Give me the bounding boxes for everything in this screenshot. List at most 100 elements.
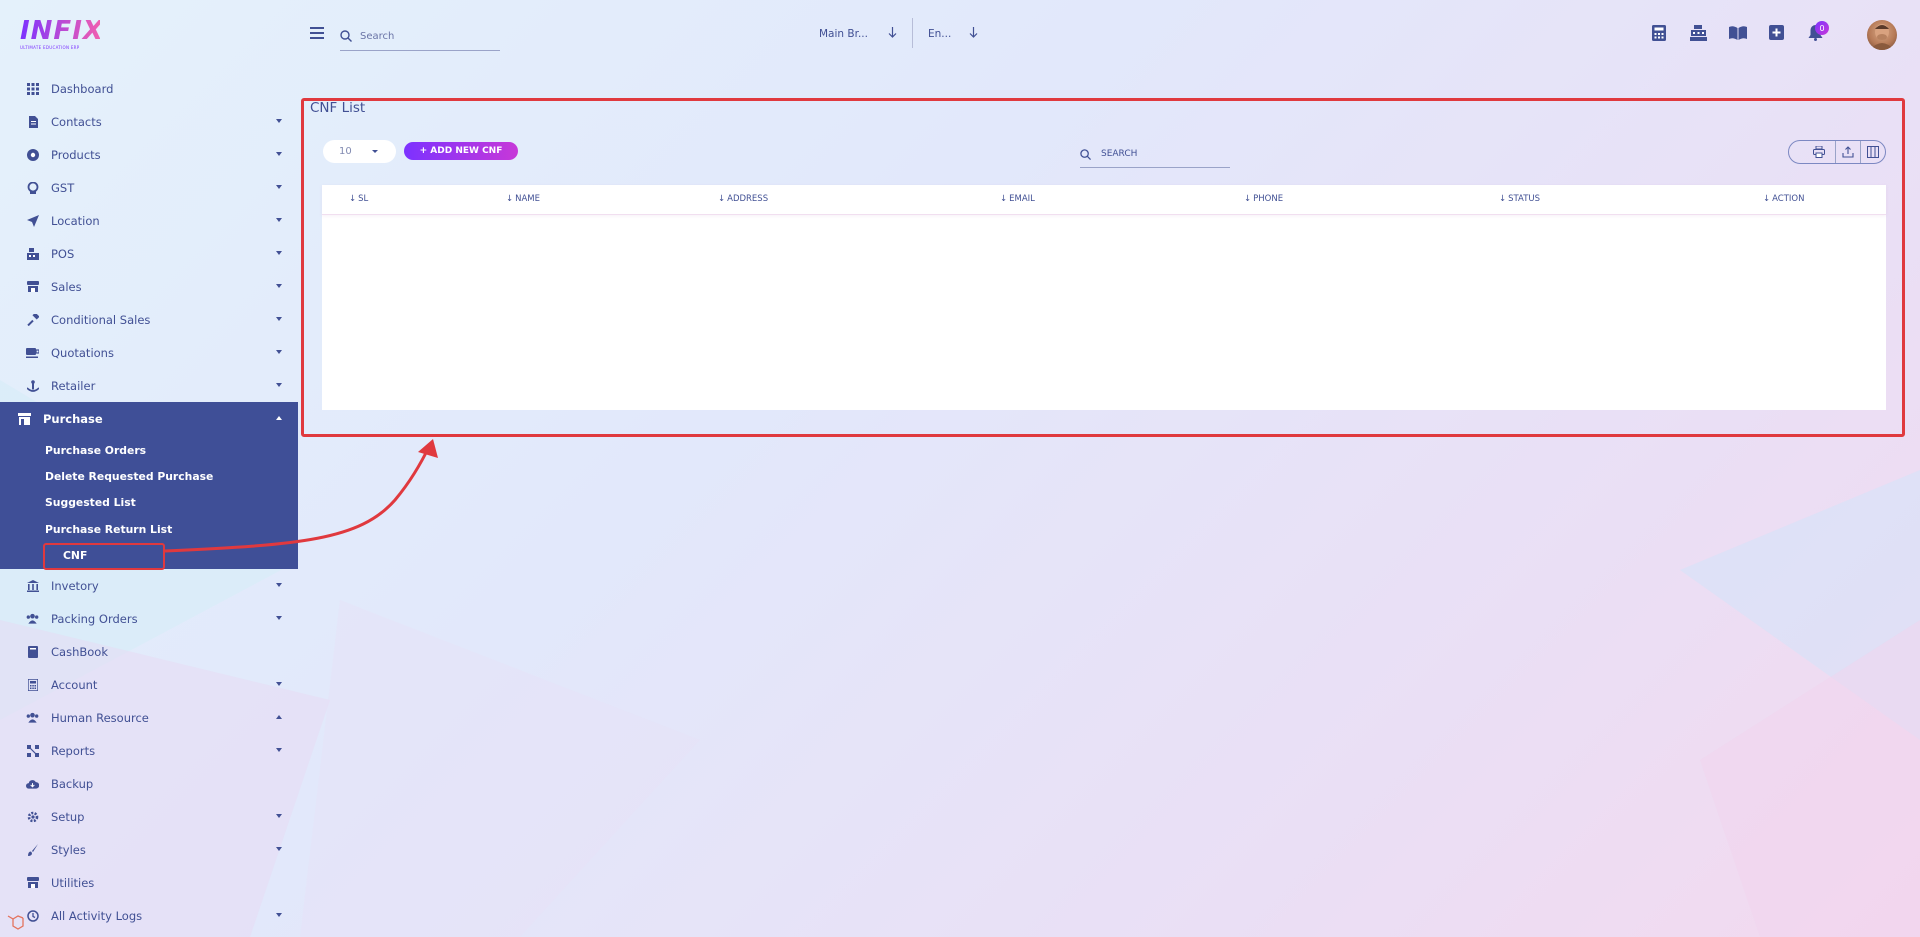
- sidebar-item-utilities[interactable]: Utilities: [0, 866, 298, 899]
- sidebar-item-label: Packing Orders: [51, 611, 138, 626]
- language-select-value: En...: [928, 28, 952, 40]
- gst-icon: [26, 181, 39, 194]
- column-header-name[interactable]: ↓ NAME: [506, 194, 540, 204]
- chevron-down-icon: [276, 748, 282, 753]
- contacts-icon: [26, 115, 39, 128]
- column-label: SL: [358, 194, 369, 204]
- sort-arrow-icon: ↓: [1244, 194, 1252, 204]
- column-header-address[interactable]: ↓ ADDRESS: [718, 194, 768, 204]
- sidebar-item-label: Products: [51, 147, 101, 162]
- calculator-icon[interactable]: [1652, 25, 1669, 42]
- column-header-email[interactable]: ↓ EMAIL: [1000, 194, 1035, 204]
- submenu-item-label: Purchase Orders: [45, 443, 147, 457]
- users-icon: [26, 612, 39, 625]
- top-bar: Main Br... En... 0: [298, 0, 1920, 66]
- sidebar-item-pos[interactable]: POS: [0, 237, 298, 270]
- chevron-down-icon: [276, 152, 282, 156]
- sidebar-item-label: Sales: [51, 279, 82, 294]
- columns-button[interactable]: [1861, 141, 1885, 163]
- chevron-up-icon: [276, 416, 282, 420]
- sidebar-item-quotations[interactable]: Quotations: [0, 336, 298, 369]
- sidebar-item-label: Purchase: [43, 411, 103, 426]
- chevron-down-icon: [372, 150, 378, 153]
- print-icon: [1812, 143, 1825, 162]
- chevron-down-icon: [276, 317, 282, 321]
- sidebar-item-cashbook[interactable]: CashBook: [0, 635, 298, 668]
- print-button[interactable]: [1789, 141, 1836, 163]
- sort-arrow-icon: ↓: [1499, 194, 1507, 204]
- sidebar-item-label: Dashboard: [51, 81, 114, 96]
- column-header-sl[interactable]: ↓ SL: [349, 194, 368, 204]
- location-icon: [26, 214, 39, 227]
- column-label: NAME: [515, 194, 541, 204]
- submenu-item-label: Delete Requested Purchase: [45, 469, 214, 483]
- sidebar-item-retailer[interactable]: Retailer: [0, 369, 298, 402]
- sidebar-item-label: Quotations: [51, 345, 114, 360]
- sidebar-item-styles[interactable]: Styles: [0, 833, 298, 866]
- column-label: PHONE: [1253, 194, 1284, 204]
- chevron-down-icon: [276, 682, 282, 687]
- add-new-cnf-button[interactable]: + ADD NEW CNF: [404, 142, 518, 160]
- chevron-down-icon: [276, 913, 282, 918]
- submenu-item-label: Purchase Return List: [45, 522, 173, 536]
- sidebar-item-human-resource[interactable]: Human Resource: [0, 701, 298, 734]
- users-icon: [26, 711, 39, 724]
- column-header-status[interactable]: ↓ STATUS: [1499, 194, 1540, 204]
- sidebar-item-all-activity-logs[interactable]: All Activity Logs: [0, 899, 298, 932]
- global-search: [340, 22, 500, 51]
- arrow-down-icon: [888, 27, 897, 41]
- sidebar-item-label: Human Resource: [51, 710, 149, 725]
- sidebar-item-conditional-sales[interactable]: Conditional Sales: [0, 303, 298, 336]
- sidebar-item-location[interactable]: Location: [0, 204, 298, 237]
- sidebar-item-gst[interactable]: GST: [0, 171, 298, 204]
- sidebar-item-setup[interactable]: Setup: [0, 800, 298, 833]
- submenu-item-purchase-orders[interactable]: Purchase Orders: [0, 437, 298, 463]
- submenu-item-cnf[interactable]: CNF: [0, 542, 298, 571]
- table-header: ↓ SL ↓ NAME ↓ ADDRESS ↓ EMAIL ↓ PHONE ↓ STATUS…: [322, 185, 1886, 215]
- sidebar-item-backup[interactable]: Backup: [0, 767, 298, 800]
- chevron-down-icon: [276, 251, 282, 255]
- sidebar-item-invetory[interactable]: Invetory: [0, 569, 298, 602]
- submenu-item-delete-requested-purchase[interactable]: Delete Requested Purchase: [0, 463, 298, 489]
- search-icon: [340, 27, 352, 46]
- products-icon: [26, 148, 39, 161]
- menu-toggle-icon[interactable]: [310, 27, 324, 39]
- sidebar-item-label: Backup: [51, 776, 94, 791]
- column-header-phone[interactable]: ↓ PHONE: [1244, 194, 1283, 204]
- sidebar-item-label: Invetory: [51, 578, 99, 593]
- app-logo[interactable]: INFIX ULTIMATE EDUCATION ERP: [20, 18, 103, 52]
- sidebar-item-label: Styles: [51, 842, 86, 857]
- chevron-up-icon: [276, 715, 282, 720]
- branch-select[interactable]: Main Br...: [819, 24, 897, 44]
- quotation-icon: [26, 346, 39, 359]
- column-header-action[interactable]: ↓ ACTION: [1763, 194, 1804, 204]
- columns-icon: [1866, 143, 1879, 162]
- sidebar-item-dashboard[interactable]: Dashboard: [0, 72, 298, 105]
- avatar[interactable]: [1867, 20, 1897, 50]
- sidebar-item-products[interactable]: Products: [0, 138, 298, 171]
- search-input[interactable]: [360, 30, 490, 42]
- submenu-item-suggested-list[interactable]: Suggested List: [0, 490, 298, 516]
- chevron-down-icon: [276, 847, 282, 852]
- add-square-icon[interactable]: [1769, 25, 1786, 42]
- per-page-value: 10: [339, 146, 352, 157]
- table-search: [1080, 141, 1230, 168]
- sidebar-item-sales[interactable]: Sales: [0, 270, 298, 303]
- utilities-icon: [26, 876, 39, 889]
- per-page-select[interactable]: 10: [323, 140, 396, 163]
- submenu-item-purchase-return-list[interactable]: Purchase Return List: [0, 516, 298, 542]
- retailer-icon: [26, 379, 39, 392]
- sidebar-item-account[interactable]: Account: [0, 668, 298, 701]
- sidebar-item-label: GST: [51, 180, 75, 195]
- sidebar-item-purchase[interactable]: Purchase: [0, 402, 298, 435]
- column-label: EMAIL: [1009, 194, 1035, 204]
- sidebar-item-packing-orders[interactable]: Packing Orders: [0, 602, 298, 635]
- sidebar-item-contacts[interactable]: Contacts: [0, 105, 298, 138]
- language-select[interactable]: En...: [928, 24, 978, 44]
- cash-register-icon[interactable]: [1690, 25, 1707, 42]
- table-search-input[interactable]: [1101, 149, 1211, 159]
- export-button[interactable]: [1836, 141, 1861, 163]
- purchase-submenu: Purchase Orders Delete Requested Purchas…: [0, 435, 298, 571]
- book-open-icon[interactable]: [1729, 25, 1747, 42]
- sidebar-item-reports[interactable]: Reports: [0, 734, 298, 767]
